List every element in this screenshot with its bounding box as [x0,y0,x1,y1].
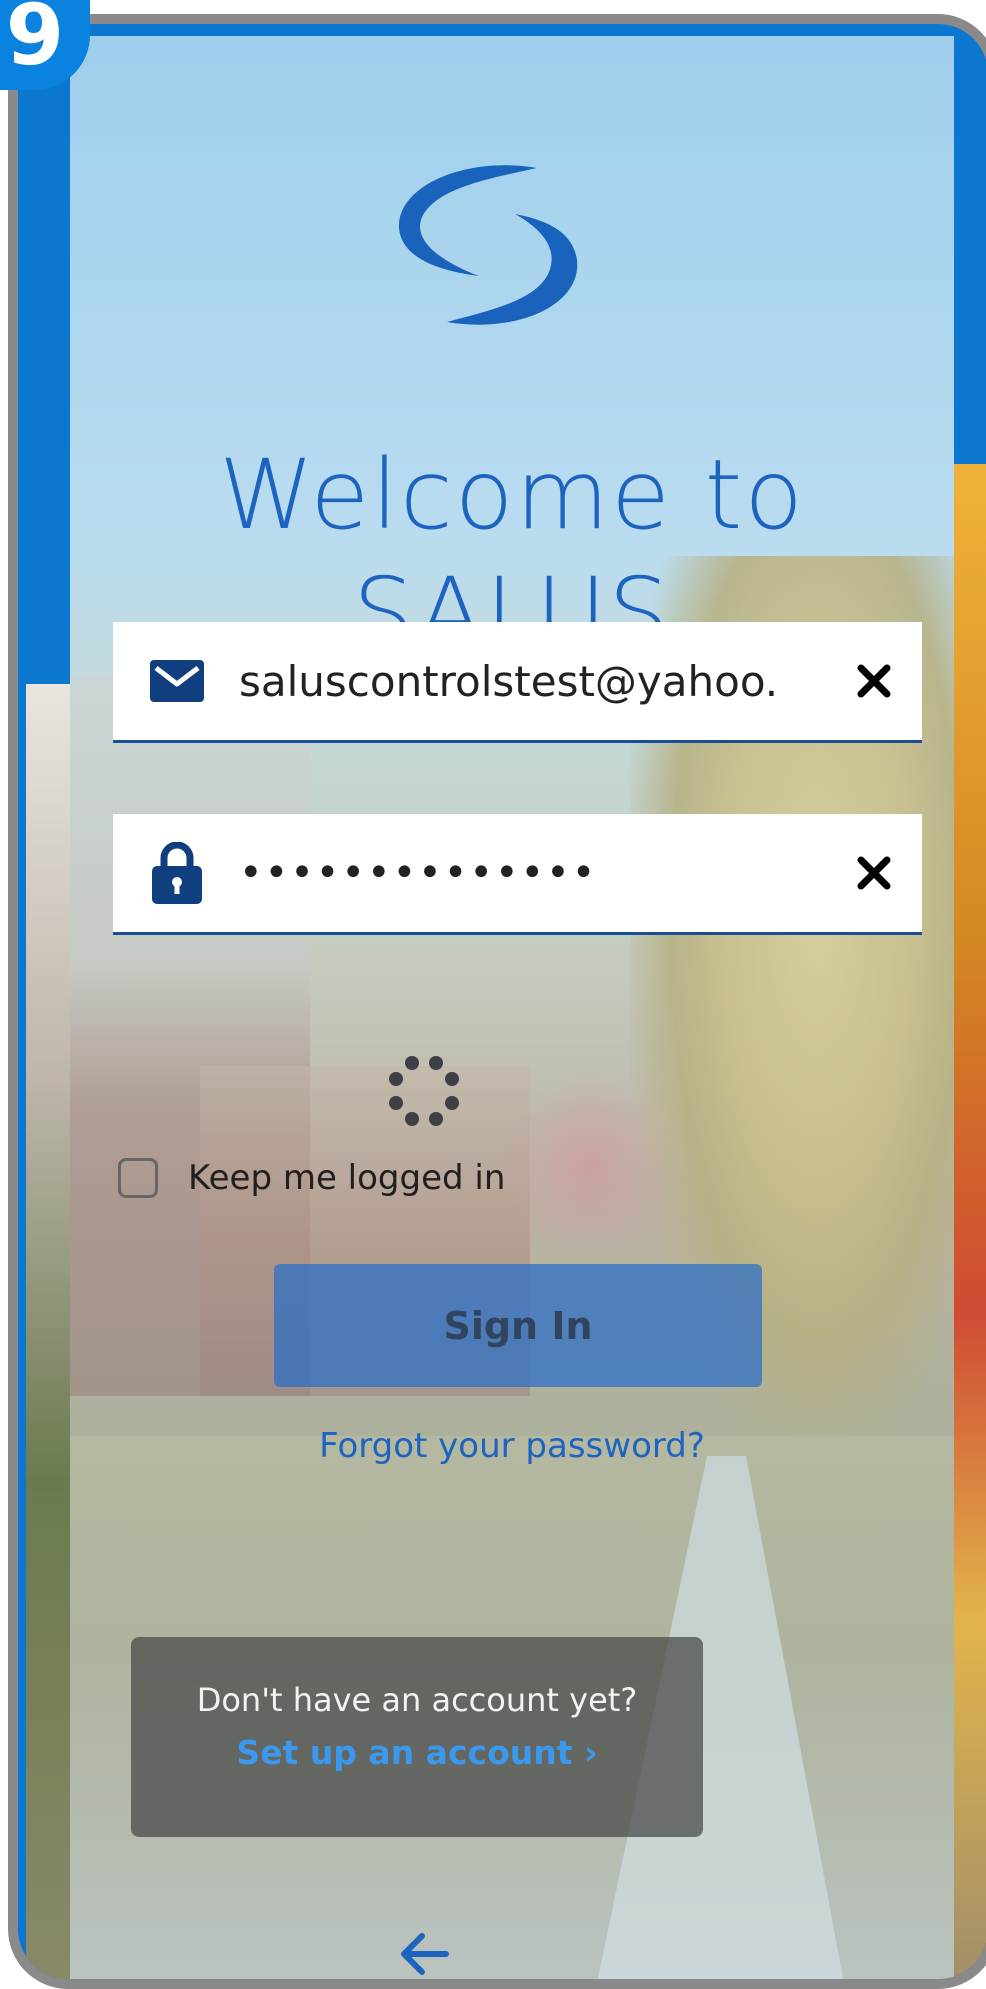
loading-spinner-icon [389,1056,459,1126]
close-icon[interactable] [844,843,904,903]
keep-logged-in-label: Keep me logged in [188,1158,506,1198]
email-value: saluscontrolstest@yahoo. [239,656,779,706]
welcome-line-1: Welcome to [218,439,805,551]
step-number: 9 [5,0,65,84]
background-house-left [26,684,72,1979]
background-trees-right [954,464,986,1979]
signup-question: Don't have an account yet? [196,1681,638,1719]
phone-frame: Welcome to SALUS saluscontrolstest@yahoo… [8,14,986,1989]
signup-panel: Don't have an account yet? Set up an acc… [131,1637,703,1837]
login-screen: Welcome to SALUS saluscontrolstest@yahoo… [70,36,954,1982]
password-field[interactable]: •••••••••••••• [113,814,922,935]
email-field[interactable]: saluscontrolstest@yahoo. [113,622,922,743]
sign-in-label: Sign In [443,1303,593,1348]
password-value: •••••••••••••• [239,850,598,896]
forgot-password-link[interactable]: Forgot your password? [70,1426,954,1466]
set-up-account-link[interactable]: Set up an account › [236,1733,597,1772]
lock-icon [147,842,207,904]
keep-logged-in-row[interactable]: Keep me logged in [118,1158,505,1198]
keep-logged-in-checkbox[interactable] [118,1158,158,1198]
close-icon[interactable] [844,651,904,711]
sign-in-button[interactable]: Sign In [274,1264,762,1387]
salus-logo [398,165,578,325]
arrow-left-icon[interactable] [396,1926,452,1982]
envelope-icon [147,651,207,711]
